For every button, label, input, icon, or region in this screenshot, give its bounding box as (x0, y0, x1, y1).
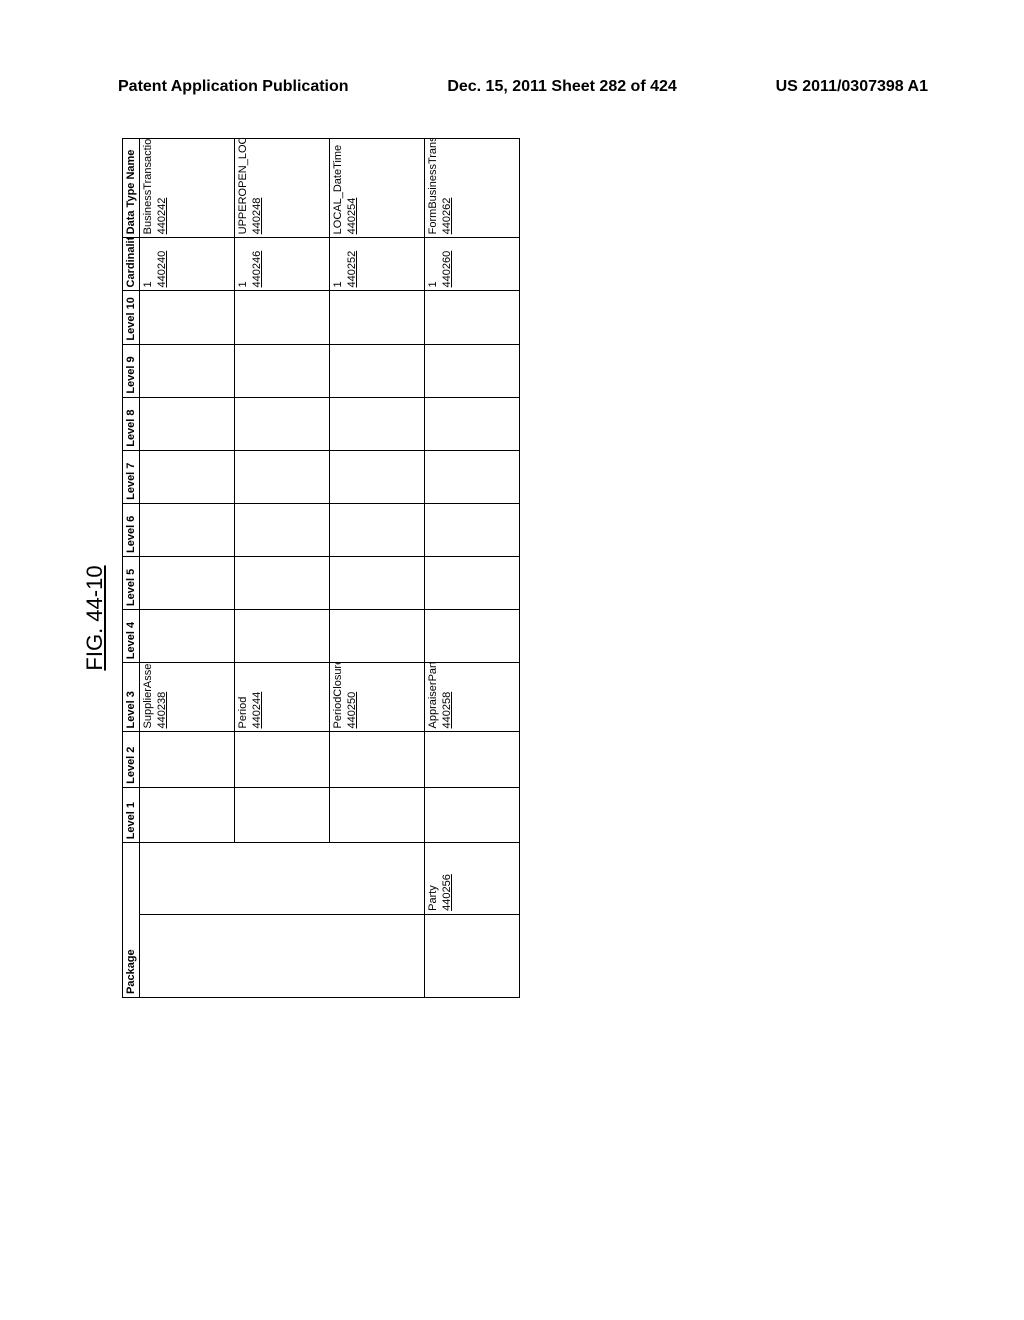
table-row: SupplierAssessmentProfileID 440238 1 440… (140, 139, 235, 998)
col-l7: Level 7 (123, 450, 140, 503)
cell-card: 1 440246 (235, 238, 330, 291)
cell-dt: LOCAL_DateTime 440254 (330, 139, 425, 238)
col-l8: Level 8 (123, 397, 140, 450)
header-right: US 2011/0307398 A1 (776, 78, 928, 96)
col-l5: Level 5 (123, 557, 140, 610)
col-l3: Level 3 (123, 663, 140, 732)
col-l2: Level 2 (123, 732, 140, 787)
header-center: Dec. 15, 2011 Sheet 282 of 424 (447, 78, 676, 96)
cell-l3: Period 440244 (235, 663, 330, 732)
cell-l3: SupplierAssessmentProfileID 440238 (140, 663, 235, 732)
col-datatype: Data Type Name (123, 139, 140, 238)
cell-l3: AppraiserParty 440258 (425, 663, 520, 732)
col-l9: Level 9 (123, 344, 140, 397)
table-header-row: Package Level 1 Level 2 Level 3 Level 4 … (123, 139, 140, 998)
col-l6: Level 6 (123, 503, 140, 556)
col-l1: Level 1 (123, 787, 140, 842)
col-package: Package (123, 843, 140, 998)
data-table: Package Level 1 Level 2 Level 3 Level 4 … (122, 138, 520, 998)
cell-card: 1 440240 (140, 238, 235, 291)
header-left: Patent Application Publication (118, 78, 349, 96)
cell-l3: PeriodClosureDateTime 440250 (330, 663, 425, 732)
figure-label: FIG. 44-10 (82, 238, 108, 998)
cell-card: 1 440260 (425, 238, 520, 291)
cell-pkg-sub: Party 440256 (425, 843, 520, 915)
cell-card: 1 440252 (330, 238, 425, 291)
cell-dt: BusinessTransactionDocumentID 440242 (140, 139, 235, 238)
col-cardinality: Cardinality (123, 238, 140, 291)
table-row: Party 440256 AppraiserParty 440258 1 440… (425, 139, 520, 998)
col-l4: Level 4 (123, 610, 140, 663)
cell-dt: UPPEROPEN_LOCAL_DateTimePeriod 440248 (235, 139, 330, 238)
cell-dt: FormBusinessTransactionDocumentParty 440… (425, 139, 520, 238)
col-l10: Level 10 (123, 291, 140, 344)
